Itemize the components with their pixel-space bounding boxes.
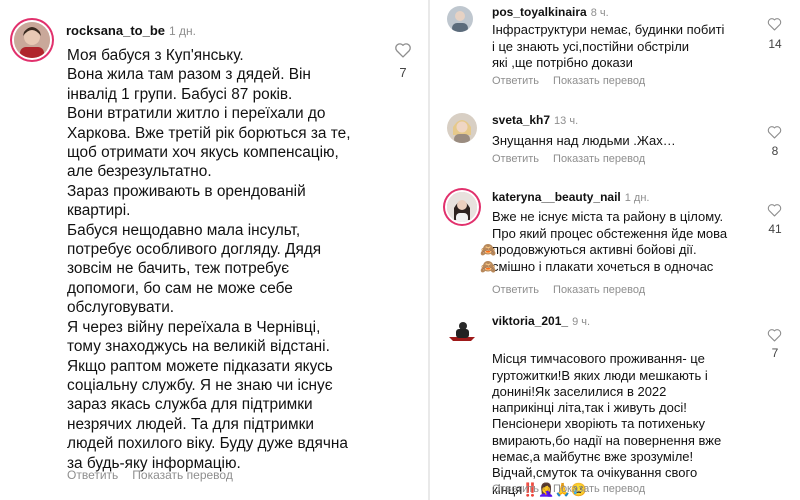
avatar[interactable] [447,113,477,143]
avatar[interactable] [447,192,477,222]
like-heart-icon[interactable] [767,328,782,342]
comment-time: 8 ч. [590,7,609,19]
comment-time: 13 ч. [554,115,579,127]
like-heart-icon[interactable] [767,125,782,139]
comment-username[interactable]: rocksana_to_be 1 дн. [66,23,196,38]
comment-text: Моя бабуся з Куп'янську. Вона жила там р… [67,47,351,472]
right-comments-panel: pos_toyalkinaira 8 ч. Інфраструктури нема… [430,0,800,500]
comment-line: Вже не існує міста та району в цілому. [492,209,724,224]
show-translation-button[interactable]: Показать перевод [553,75,645,87]
like-count: 7 [771,346,779,360]
comment-username[interactable]: viktoria_201_ 9 ч. [492,314,590,328]
like-heart-icon[interactable] [767,17,782,31]
like-count: 41 [768,222,782,236]
comment-line: 🙈 продовжуються активні бойові дії. [480,242,697,257]
comment-username[interactable]: pos_toyalkinaira 8 ч. [492,5,609,19]
reply-button[interactable]: Ответить [492,284,539,296]
comment-username[interactable]: sveta_kh7 13 ч. [492,113,578,127]
avatar[interactable] [447,6,473,32]
left-comment-panel: rocksana_to_be 1 дн. Моя бабуся з Куп'янс… [0,0,428,500]
reply-button[interactable]: Ответить [492,75,539,87]
comment-text: Інфраструктури немає, будинки побиті і ц… [492,22,725,70]
comment-actions: Ответить Показать перевод [492,75,659,87]
like-heart-icon[interactable] [394,42,412,58]
like-count: 14 [768,37,782,51]
comment-actions: Ответить Показать перевод [67,468,247,482]
like-heart-icon[interactable] [767,203,782,217]
monkey-emoji-icon: 🙈 [480,242,497,257]
comment-line: 🙈 смішно і плакати хочеться в одночас [480,258,714,274]
avatar[interactable] [447,315,477,345]
reply-button[interactable]: Ответить [67,468,118,482]
comment-time: 1 дн. [624,192,650,204]
show-translation-button[interactable]: Показать перевод [553,284,645,296]
comment-line: Про який процес обстеження йде мова [492,225,728,241]
comment-text: Місця тимчасового проживання- це гуртожи… [492,351,722,497]
comment-actions: Ответить Показать перевод [492,153,659,165]
reply-button[interactable]: Ответить [492,483,539,495]
show-translation-button[interactable]: Показать перевод [132,468,233,482]
like-count: 8 [771,144,779,158]
comment-text: Знущання над людьми .Жах… [492,133,676,148]
comment-time: 9 ч. [572,316,591,328]
avatar[interactable] [14,22,50,58]
comment-actions: Ответить Показать перевод [492,483,659,495]
comment-time: 1 дн. [169,24,196,38]
show-translation-button[interactable]: Показать перевод [553,483,645,495]
show-translation-button[interactable]: Показать перевод [553,153,645,165]
comment-text: Вже не існує міста та району в цілому. П… [480,209,767,275]
comment-username[interactable]: kateryna__beauty_nail 1 дн. [492,190,649,204]
monkey-emoji-icon: 🙈 [480,258,497,274]
comment-actions: Ответить Показать перевод [492,284,659,296]
like-count: 7 [399,65,407,80]
reply-button[interactable]: Ответить [492,153,539,165]
